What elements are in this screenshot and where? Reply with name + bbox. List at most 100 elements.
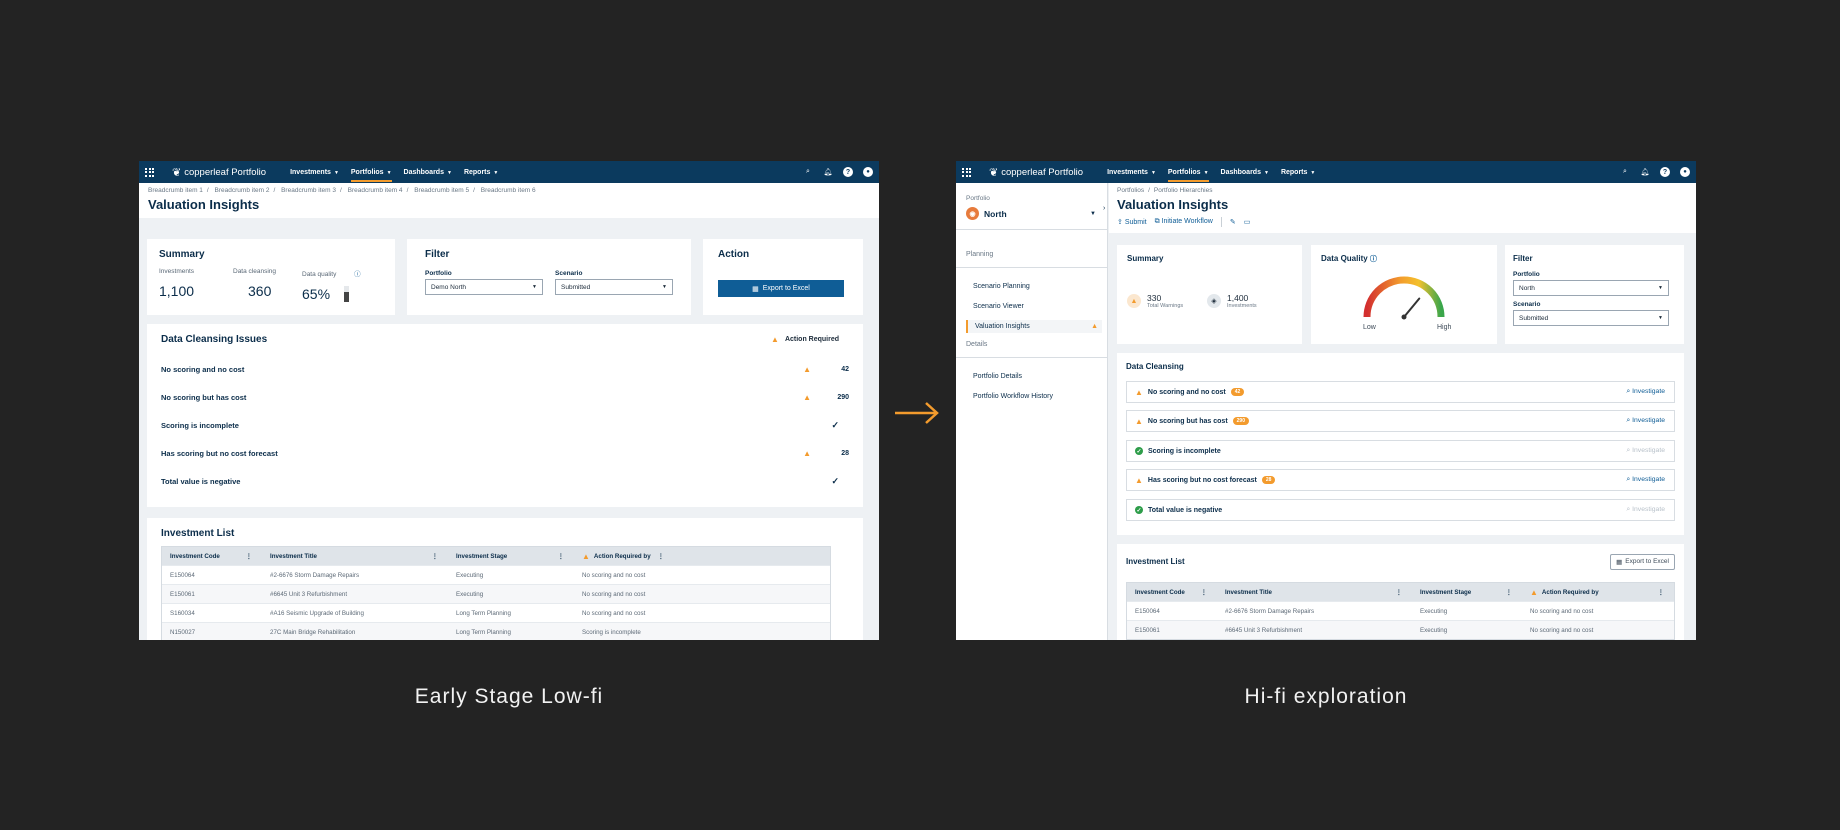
nav-portfolios[interactable]: Portfolios ▼	[350, 169, 392, 182]
portfolio-switcher[interactable]: ◉ North ▼	[966, 207, 1102, 220]
breadcrumb-item[interactable]: Breadcrumb item 1	[148, 187, 203, 194]
edit-icon[interactable]: ✎	[1230, 218, 1236, 226]
info-icon[interactable]: ⓘ	[1370, 256, 1377, 263]
investments-value: 1,100	[159, 283, 195, 299]
investigate-link[interactable]: ⌕ Investigate	[1626, 388, 1665, 396]
issue-row[interactable]: Has scoring but no cost forecast ▲ 28	[161, 439, 849, 467]
bell-icon[interactable]: 🔔︎	[1640, 167, 1650, 177]
breadcrumb: Breadcrumb item 1/ Breadcrumb item 2/ Br…	[148, 187, 536, 194]
avatar[interactable]: ●	[863, 167, 873, 177]
investments-stat: ◈ 1,400 Investments	[1207, 293, 1257, 309]
count-badge: 28	[1261, 476, 1276, 484]
portfolio-select[interactable]: Demo North ▼	[425, 279, 543, 295]
sidebar-item-portfolio-details[interactable]: Portfolio Details	[966, 370, 1102, 383]
app-grid-icon[interactable]	[145, 167, 154, 177]
warning-icon: ▲	[1091, 323, 1098, 330]
comment-icon[interactable]: ▭	[1244, 218, 1251, 226]
chevron-down-icon: ▼	[1090, 210, 1096, 217]
column-header[interactable]: ▲ Action Required by ⋮	[1522, 588, 1674, 597]
page-title: Valuation Insights	[148, 197, 260, 212]
page-actions: ⇪ Submit ⧉ Initiate Workflow ✎ ▭	[1117, 217, 1688, 227]
upload-icon: ⇪	[1117, 219, 1123, 226]
nav-reports[interactable]: Reports ▼	[1281, 169, 1315, 176]
collapse-sidebar-icon[interactable]: ›	[1103, 205, 1105, 212]
app-grid-icon[interactable]	[962, 167, 971, 177]
cleansing-row: ✓ Scoring is incomplete ⌕ Investigate	[1126, 440, 1675, 462]
search-icon[interactable]: ⌕	[803, 167, 813, 177]
column-header[interactable]: ▲ Action Required by ⋮	[574, 552, 674, 561]
investment-list-card: Investment List Investment Code ⋮ Investm…	[147, 518, 863, 640]
export-excel-button[interactable]: ▦ Export to Excel	[1610, 554, 1675, 570]
app-logo[interactable]: ❦ copperleaf Portfolio	[172, 166, 266, 179]
portfolio-filter: Portfolio Demo North ▼	[425, 270, 543, 295]
column-header[interactable]: Investment Stage ⋮	[1412, 589, 1522, 596]
column-header[interactable]: Investment Code ⋮	[162, 553, 262, 560]
cleansing-row: ▲ No scoring but has cost 290 ⌕ Investigate	[1126, 410, 1675, 432]
breadcrumb-item[interactable]: Breadcrumb item 4	[348, 187, 403, 194]
cleansing-row: ✓ Total value is negative ⌕ Investigate	[1126, 499, 1675, 521]
nav-reports[interactable]: Reports ▼	[464, 169, 498, 176]
table-row[interactable]: E150061 #6645 Unit 3 Refurbishment Executi…	[1127, 620, 1674, 639]
app-logo[interactable]: ❦ copperleaf Portfolio	[989, 166, 1083, 179]
initiate-workflow-button[interactable]: ⧉ Initiate Workflow	[1155, 218, 1213, 226]
investigate-link: ⌕ Investigate	[1626, 447, 1665, 454]
quality-bar	[344, 286, 350, 302]
nav-investments[interactable]: Investments ▼	[1107, 169, 1156, 176]
search-icon: ⌕	[1626, 388, 1631, 395]
avatar[interactable]: ●	[1680, 167, 1690, 177]
breadcrumb-item[interactable]: Breadcrumb item 5	[414, 187, 469, 194]
column-header[interactable]: Investment Title ⋮	[262, 553, 448, 560]
sidebar-item-workflow-history[interactable]: Portfolio Workflow History	[966, 390, 1102, 403]
nav-dashboards[interactable]: Dashboards ▼	[1221, 169, 1269, 176]
nav-dashboards[interactable]: Dashboards ▼	[404, 169, 452, 176]
chevron-down-icon: ▼	[532, 284, 537, 290]
summary-card: Summary ▲ 330 Total Warnings ◈ 1,400 Inves…	[1117, 245, 1302, 344]
sidebar-section-details: Details	[966, 341, 988, 348]
lofi-caption: Early Stage Low-fi	[414, 685, 604, 708]
warning-icon: ▲	[771, 335, 779, 344]
investigate-link[interactable]: ⌕ Investigate	[1626, 476, 1665, 484]
table-row[interactable]: S160034 #A16 Seismic Upgrade of Building L…	[162, 603, 830, 622]
investments-icon: ◈	[1207, 294, 1221, 308]
nav-portfolios[interactable]: Portfolios ▼	[1167, 169, 1209, 182]
investigate-link[interactable]: ⌕ Investigate	[1626, 417, 1665, 425]
breadcrumb-item[interactable]: Breadcrumb item 3	[281, 187, 336, 194]
top-navigation-bar: ❦ copperleaf Portfolio Investments ▼ Portf…	[139, 161, 879, 183]
table-row[interactable]: E150064 #2-6676 Storm Damage Repairs Execu…	[162, 565, 830, 584]
issue-row[interactable]: Total value is negative ✓	[161, 467, 849, 495]
help-icon[interactable]: ?	[843, 167, 853, 177]
issue-row[interactable]: Scoring is incomplete ✓	[161, 411, 849, 439]
sidebar-item-valuation-insights[interactable]: Valuation Insights ▲	[966, 320, 1102, 333]
sidebar-item-scenario-planning[interactable]: Scenario Planning	[966, 280, 1102, 293]
scenario-select[interactable]: Submitted ▼	[1513, 310, 1669, 326]
submit-button[interactable]: ⇪ Submit	[1117, 218, 1147, 226]
column-header[interactable]: Investment Title ⋮	[1217, 589, 1412, 596]
table-row[interactable]: E150061 #6645 Unit 3 Refurbishment Executi…	[162, 584, 830, 603]
portfolio-select[interactable]: North ▼	[1513, 280, 1669, 296]
cleansing-row: ▲ No scoring and no cost 42 ⌕ Investigate	[1126, 381, 1675, 403]
sidebar-item-scenario-viewer[interactable]: Scenario Viewer	[966, 300, 1102, 313]
hifi-screenshot: ❦ copperleaf Portfolio Investments ▼ Portf…	[956, 161, 1696, 640]
table-row[interactable]: N150027 27C Main Bridge Rehabilitation Lon…	[162, 622, 830, 640]
breadcrumb-item[interactable]: Breadcrumb item 6	[481, 187, 536, 194]
breadcrumb-item[interactable]: Portfolio Hierarchies	[1154, 187, 1213, 194]
warnings-stat: ▲ 330 Total Warnings	[1127, 293, 1183, 309]
scenario-select[interactable]: Submitted ▼	[555, 279, 673, 295]
search-icon[interactable]: ⌕	[1620, 167, 1630, 177]
export-excel-button[interactable]: ▦ Export to Excel	[718, 280, 844, 297]
issue-row[interactable]: No scoring and no cost ▲ 42	[161, 355, 849, 383]
breadcrumb-item[interactable]: Portfolios	[1117, 187, 1144, 194]
quality-gauge	[1363, 276, 1445, 320]
kebab-icon: ⋮	[1657, 588, 1664, 596]
info-icon[interactable]: ⓘ	[354, 271, 361, 278]
check-icon: ✓	[831, 419, 839, 430]
breadcrumb-item[interactable]: Breadcrumb item 2	[215, 187, 270, 194]
column-header[interactable]: Investment Code ⋮	[1127, 589, 1217, 596]
cleansing-value: 360	[248, 283, 272, 299]
bell-icon[interactable]: 🔔︎	[823, 167, 833, 177]
nav-investments[interactable]: Investments ▼	[290, 169, 339, 176]
column-header[interactable]: Investment Stage ⋮	[448, 553, 574, 560]
help-icon[interactable]: ?	[1660, 167, 1670, 177]
table-row[interactable]: E150064 #2-6676 Storm Damage Repairs Execu…	[1127, 601, 1674, 620]
issue-row[interactable]: No scoring but has cost ▲ 290	[161, 383, 849, 411]
